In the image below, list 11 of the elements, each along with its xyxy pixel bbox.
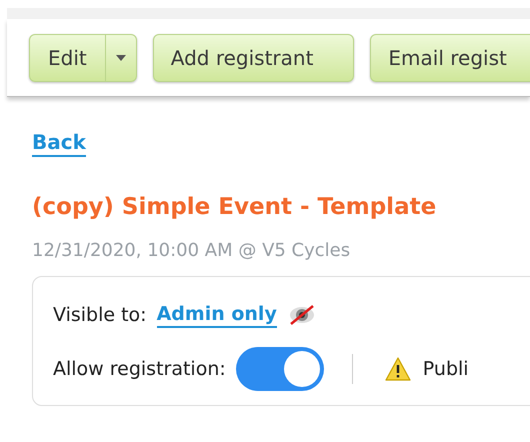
toolbar-button[interactable]: Email regist xyxy=(370,34,530,82)
event-title: (copy) Simple Event - Template xyxy=(32,193,438,222)
warning-icon xyxy=(384,357,411,381)
event-date: 12/31/2020, 10:00 AM @ V5 Cycles xyxy=(32,238,352,262)
visible-label: Visible to: xyxy=(53,302,147,328)
caret-icon xyxy=(116,55,126,61)
registration-toggle[interactable] xyxy=(236,347,324,391)
publish-warning: Publi xyxy=(422,356,469,382)
toolbar-button[interactable]: Add registrant xyxy=(152,34,354,82)
edit-button[interactable]: Edit xyxy=(30,35,105,81)
registration-label: Allow registration: xyxy=(53,356,226,382)
